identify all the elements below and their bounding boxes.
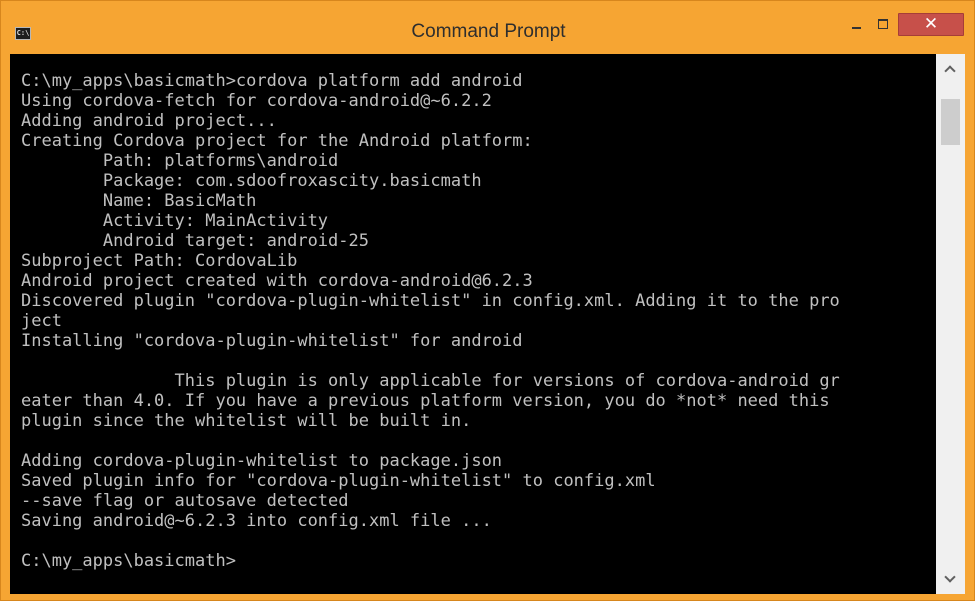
scroll-down-button[interactable] bbox=[936, 565, 965, 594]
maximize-button[interactable] bbox=[870, 15, 896, 37]
close-button[interactable]: ✕ bbox=[898, 13, 964, 36]
close-icon: ✕ bbox=[923, 14, 939, 34]
vertical-scrollbar[interactable] bbox=[936, 54, 965, 594]
command-prompt-window: C:\ Command Prompt ✕ C:\my_apps\basicmat… bbox=[0, 0, 975, 601]
title-bar[interactable]: C:\ Command Prompt ✕ bbox=[1, 1, 975, 51]
minimize-button[interactable] bbox=[843, 15, 869, 37]
scroll-thumb[interactable] bbox=[941, 99, 960, 145]
scroll-up-button[interactable] bbox=[936, 54, 965, 83]
window-title: Command Prompt bbox=[411, 21, 566, 42]
console-text[interactable]: C:\my_apps\basicmath>cordova platform ad… bbox=[10, 54, 936, 571]
console-output-area[interactable]: C:\my_apps\basicmath>cordova platform ad… bbox=[10, 54, 936, 594]
